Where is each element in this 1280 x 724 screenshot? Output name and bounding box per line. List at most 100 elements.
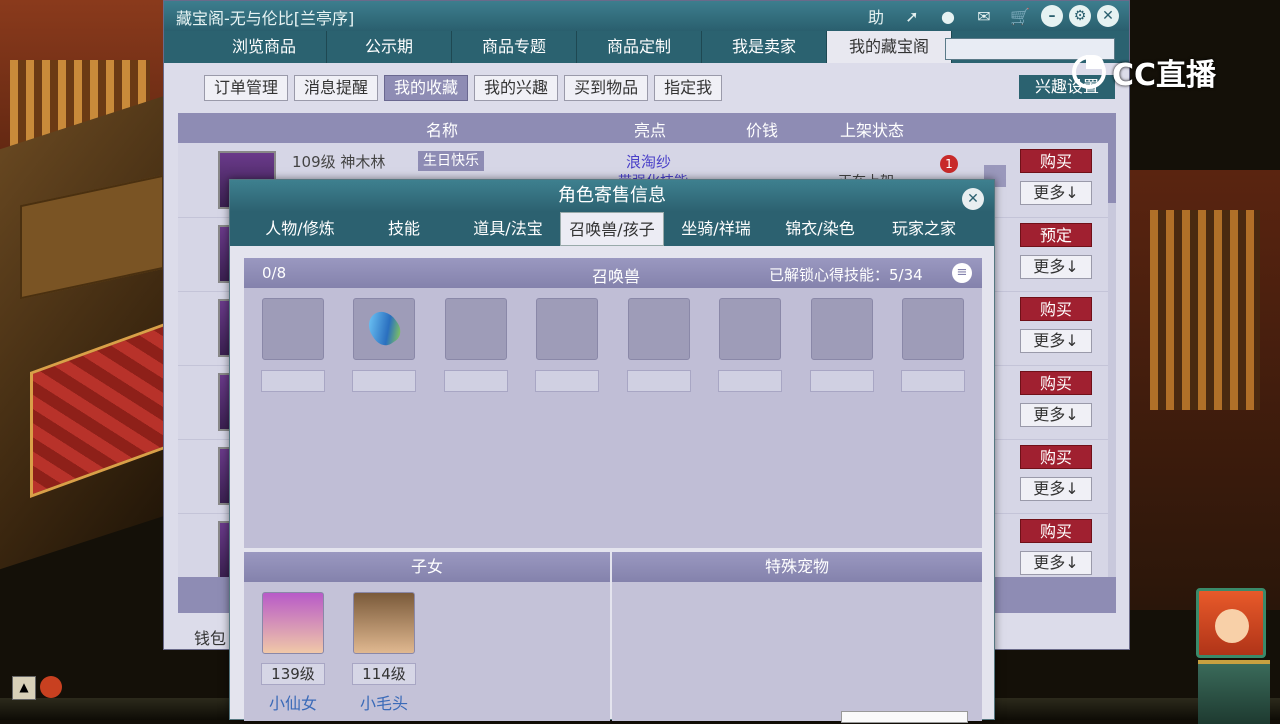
list-icon[interactable]: ≡ [952,263,972,283]
pet-slot-label [901,370,965,392]
minimize-icon[interactable]: – [1041,5,1063,27]
table-scrollbar[interactable] [1108,143,1116,577]
pet-slot[interactable] [811,298,873,360]
tab-outfits[interactable]: 锦衣/染色 [768,212,872,246]
tab-public-period[interactable]: 公示期 [327,31,452,63]
hud-gate-icon[interactable] [1198,660,1270,724]
children-panel: 子女 139级 小仙女 114级 小毛头 [244,552,610,721]
child-name[interactable]: 小仙女 [261,690,325,714]
notification-badge: 1 [940,155,958,173]
dialog-tab-bar: 人物/修炼 技能 道具/法宝 召唤兽/孩子 坐骑/祥瑞 锦衣/染色 玩家之家 [230,212,994,246]
chat-icon[interactable]: ✉ [969,4,999,28]
pets-header: 0/8 召唤兽 已解锁心得技能：5/34 ≡ [244,258,982,288]
pet-slot[interactable] [628,298,690,360]
more-button[interactable]: 更多↓ [1020,255,1092,279]
tab-mounts[interactable]: 坐骑/祥瑞 [664,212,768,246]
pet-slot-label [810,370,874,392]
child-level: 114级 [352,663,416,685]
cc-logo-icon [1072,55,1106,89]
buy-button[interactable]: 购买 [1020,445,1092,469]
pet-slot[interactable] [902,298,964,360]
pet-slot[interactable] [353,298,415,360]
buy-button[interactable]: 购买 [1020,297,1092,321]
buy-button[interactable]: 购买 [1020,149,1092,173]
child-name[interactable]: 小毛头 [352,690,416,714]
pet-slot-label [444,370,508,392]
tab-custom[interactable]: 商品定制 [577,31,702,63]
pets-title: 召唤兽 [592,267,641,286]
cart-icon[interactable]: 🛒 [1005,4,1035,28]
header-highlight: 亮点 [634,121,667,140]
flame-icon[interactable] [40,676,62,698]
more-button[interactable]: 更多↓ [1020,477,1092,501]
skills-value: 5/34 [889,266,923,284]
tab-topics[interactable]: 商品专题 [452,31,577,63]
pet-slot-label [535,370,599,392]
summoned-pets-panel: 0/8 召唤兽 已解锁心得技能：5/34 ≡ [244,258,982,548]
up-arrow-icon[interactable]: ▲ [12,676,36,700]
tab-character[interactable]: 人物/修炼 [248,212,352,246]
more-button[interactable]: 更多↓ [1020,551,1092,575]
help-icon[interactable]: 助 [861,4,891,28]
subtab-assigned[interactable]: 指定我 [654,75,723,101]
scene-building-right [1130,170,1280,610]
header-status: 上架状态 [840,121,905,140]
header-name: 名称 [426,121,459,140]
tab-browse[interactable]: 浏览商品 [202,31,327,63]
buy-button[interactable]: 购买 [1020,371,1092,395]
pet-slot-label [352,370,416,392]
subtab-purchased[interactable]: 买到物品 [564,75,649,101]
dialog-title: 角色寄售信息 [230,180,994,212]
dialog-close-icon[interactable]: ✕ [962,188,984,210]
table-header: 名称 亮点 价钱 上架状态 [178,113,1116,143]
pet-slot[interactable] [445,298,507,360]
children-header: 子女 [244,552,610,582]
reserve-button[interactable]: 预定 [1020,223,1092,247]
title-icon-group: 助 ➚ ● ✉ 🛒 – ⚙ ✕ [861,4,1119,28]
row-highlight[interactable]: 浪淘纱 [626,151,671,172]
gear-icon[interactable]: ⚙ [1069,5,1091,27]
child-portrait-fairy[interactable] [262,592,324,654]
player-portrait[interactable] [1196,588,1266,658]
more-button[interactable]: 更多↓ [1020,181,1092,205]
window-title-bar[interactable]: 藏宝阁-无与伦比[兰亭序] 助 ➚ ● ✉ 🛒 – ⚙ ✕ [164,1,1129,31]
subtab-favorites[interactable]: 我的收藏 [384,75,469,101]
pet-slot[interactable] [262,298,324,360]
tab-skills[interactable]: 技能 [352,212,456,246]
character-sale-info-dialog: 角色寄售信息 ✕ 人物/修炼 技能 道具/法宝 召唤兽/孩子 坐骑/祥瑞 锦衣/… [229,179,995,723]
close-icon[interactable]: ✕ [1097,5,1119,27]
pet-slot-label [718,370,782,392]
cc-logo-text: CC直播 [1112,58,1217,93]
more-button[interactable]: 更多↓ [1020,403,1092,427]
tab-pets-children[interactable]: 召唤兽/孩子 [560,212,664,246]
tab-items[interactable]: 道具/法宝 [456,212,560,246]
row-level-name: 109级 神木林 [292,153,386,171]
more-button[interactable]: 更多↓ [1020,329,1092,353]
row-tag: 生日快乐 [418,151,484,171]
child-level: 139级 [261,663,325,685]
wallet-label[interactable]: 钱包 [194,625,226,649]
special-pets-panel: 特殊宠物 [612,552,982,721]
subtab-messages[interactable]: 消息提醒 [294,75,379,101]
pet-slot[interactable] [536,298,598,360]
tab-player-home[interactable]: 玩家之家 [872,212,976,246]
scrollbar-thumb[interactable] [1108,143,1116,203]
skills-label: 已解锁心得技能： [769,266,890,284]
pet-slot-label [627,370,691,392]
tab-my-pavilion[interactable]: 我的藏宝阁 [827,31,952,63]
buy-button[interactable]: 购买 [1020,519,1092,543]
subtab-interests[interactable]: 我的兴趣 [474,75,559,101]
skills-unlocked: 已解锁心得技能：5/34 [769,264,923,285]
subtab-orders[interactable]: 订单管理 [204,75,289,101]
pet-count: 0/8 [262,264,287,282]
sub-tab-bar: 订单管理 消息提醒 我的收藏 我的兴趣 买到物品 指定我 [204,75,723,101]
share-icon[interactable]: ➚ [897,4,927,28]
header-price: 价钱 [746,121,779,140]
child-portrait-boy[interactable] [353,592,415,654]
record-icon[interactable]: ● [933,4,963,28]
pet-slot-label [261,370,325,392]
window-title: 藏宝阁-无与伦比[兰亭序] [176,9,355,28]
partial-popup [841,711,968,723]
pet-slot[interactable] [719,298,781,360]
tab-seller[interactable]: 我是卖家 [702,31,827,63]
